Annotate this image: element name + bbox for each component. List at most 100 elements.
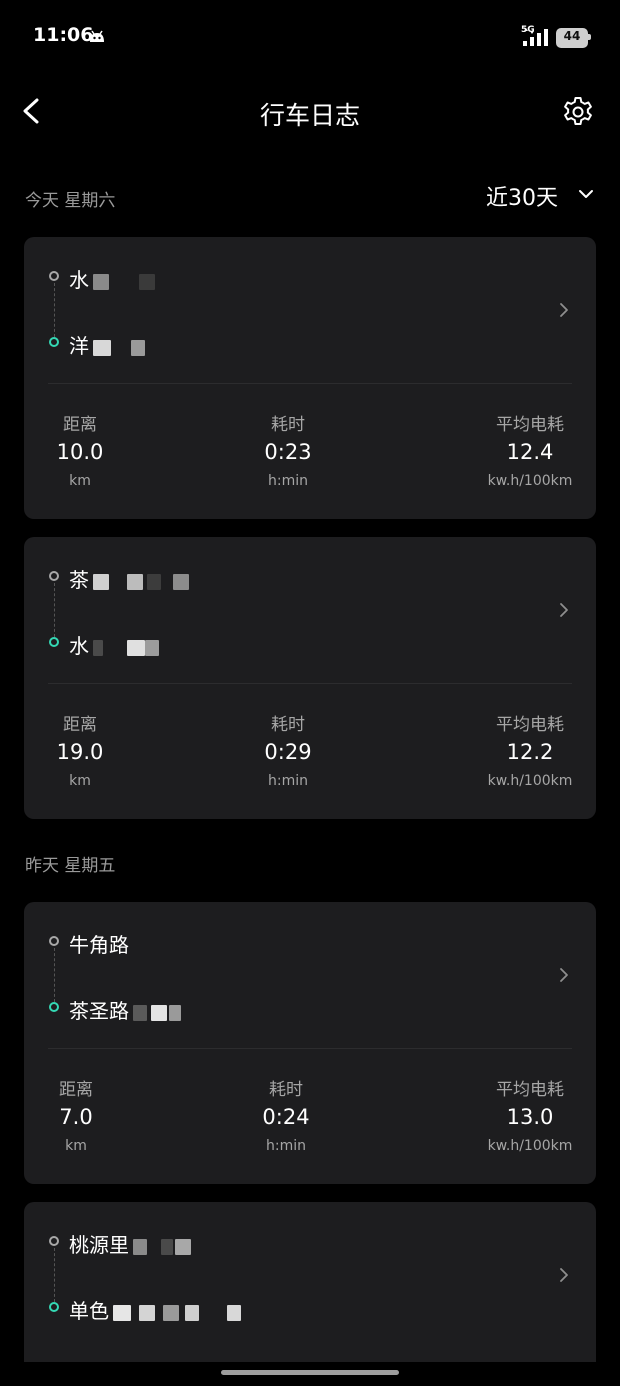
start-point-icon (49, 936, 59, 946)
redacted-text (147, 573, 161, 590)
consumption-label: 平均电耗 (496, 715, 564, 735)
route-line (54, 283, 55, 337)
chevron-right-icon (560, 1268, 568, 1282)
card-divider (48, 1048, 572, 1049)
distance-value: 7.0 (59, 1105, 93, 1129)
trip-card[interactable]: 桃源里 单色 (24, 1202, 596, 1362)
section-label-yesterday: 昨天 星期五 (25, 856, 116, 876)
redacted-text (93, 273, 109, 290)
redacted-text (173, 573, 189, 590)
redacted-text (93, 573, 109, 590)
start-location-text: 牛角路 (69, 933, 129, 957)
duration-value: 0:24 (262, 1105, 310, 1129)
redacted-text (185, 1304, 199, 1321)
trip-end-location: 单色 (69, 1295, 241, 1324)
trip-card[interactable]: 牛角路 茶圣路 距离 7.0 km 耗时 0:24 h:min 平均电耗 13.… (24, 902, 596, 1184)
android-icon (90, 30, 104, 42)
consumption-unit: kw.h/100km (487, 473, 573, 489)
battery-level: 44 (563, 29, 581, 43)
redacted-text (169, 1004, 181, 1021)
consumption-label: 平均电耗 (496, 1080, 564, 1100)
trip-start-location: 桃源里 (69, 1229, 191, 1258)
consumption-value: 13.0 (506, 1105, 554, 1129)
end-location-text: 洋 (69, 334, 89, 358)
distance-label: 距离 (59, 1080, 93, 1100)
redacted-text (145, 639, 159, 656)
distance-label: 距离 (63, 415, 97, 435)
chevron-right-icon (560, 303, 568, 317)
trip-start-location: 牛角路 (69, 929, 129, 958)
distance-value: 19.0 (56, 740, 104, 764)
consumption-metric: 平均电耗 12.4 kw.h/100km (474, 410, 586, 489)
distance-unit: km (69, 473, 91, 489)
chevron-right-icon (560, 968, 568, 982)
consumption-value: 12.4 (506, 440, 554, 464)
trip-end-location: 茶圣路 (69, 995, 181, 1024)
start-point-icon (49, 571, 59, 581)
trip-card[interactable]: 茶 水 距离 19.0 km 耗时 0:29 h:min 平均电耗 12.2 k… (24, 537, 596, 819)
status-time: 11:06 (33, 24, 94, 46)
end-location-text: 单色 (69, 1299, 109, 1323)
chevron-down-icon (579, 190, 593, 198)
trip-end-location: 洋 (69, 330, 145, 359)
route-line (54, 583, 55, 637)
redacted-text (175, 1238, 191, 1255)
end-location-text: 茶圣路 (69, 999, 129, 1023)
card-divider (48, 683, 572, 684)
start-location-text: 茶 (69, 568, 89, 592)
duration-value: 0:23 (264, 440, 312, 464)
redacted-text (163, 1304, 179, 1321)
distance-metric: 距离 19.0 km (48, 710, 112, 789)
distance-unit: km (65, 1138, 87, 1154)
duration-label: 耗时 (271, 715, 305, 735)
start-location-text: 水 (69, 268, 89, 292)
trip-card[interactable]: 水 洋 距离 10.0 km 耗时 0:23 h:min 平均电耗 12.4 k… (24, 237, 596, 519)
date-range-dropdown[interactable]: 近30天 (486, 180, 593, 214)
consumption-metric: 平均电耗 13.0 kw.h/100km (474, 1075, 586, 1154)
end-point-icon (49, 1002, 59, 1012)
consumption-unit: kw.h/100km (487, 1138, 573, 1154)
page-title: 行车日志 (259, 101, 360, 130)
battery-icon: 44 (556, 28, 591, 48)
duration-metric: 耗时 0:29 h:min (244, 710, 332, 789)
consumption-value: 12.2 (506, 740, 554, 764)
redacted-text (127, 639, 145, 656)
home-indicator[interactable] (221, 1370, 399, 1375)
consumption-metric: 平均电耗 12.2 kw.h/100km (474, 710, 586, 789)
redacted-text (113, 1304, 131, 1321)
duration-unit: h:min (268, 773, 308, 789)
end-point-icon (49, 1302, 59, 1312)
duration-unit: h:min (268, 473, 308, 489)
section-label-today: 今天 星期六 (25, 191, 116, 211)
end-location-text: 水 (69, 634, 89, 658)
redacted-text (139, 1304, 155, 1321)
trip-end-location: 水 (69, 630, 159, 659)
route-line (54, 948, 55, 1002)
redacted-text (227, 1304, 241, 1321)
duration-label: 耗时 (271, 415, 305, 435)
end-point-icon (49, 337, 59, 347)
duration-label: 耗时 (269, 1080, 303, 1100)
distance-label: 距离 (63, 715, 97, 735)
date-range-label: 近30天 (486, 186, 558, 211)
trip-start-location: 水 (69, 264, 155, 293)
card-divider (48, 383, 572, 384)
redacted-text (127, 573, 143, 590)
route-line (54, 1248, 55, 1302)
redacted-text (133, 1004, 147, 1021)
battery-cap (588, 34, 591, 40)
end-point-icon (49, 637, 59, 647)
consumption-label: 平均电耗 (496, 415, 564, 435)
signal-strength-icon (523, 28, 548, 46)
redacted-text (139, 273, 155, 290)
duration-metric: 耗时 0:24 h:min (242, 1075, 330, 1154)
gear-icon[interactable] (562, 96, 594, 128)
consumption-unit: kw.h/100km (487, 773, 573, 789)
trip-start-location: 茶 (69, 564, 189, 593)
redacted-text (131, 339, 145, 356)
redacted-text (93, 339, 111, 356)
duration-unit: h:min (266, 1138, 306, 1154)
distance-unit: km (69, 773, 91, 789)
header: 行车日志 (0, 80, 620, 144)
duration-metric: 耗时 0:23 h:min (244, 410, 332, 489)
